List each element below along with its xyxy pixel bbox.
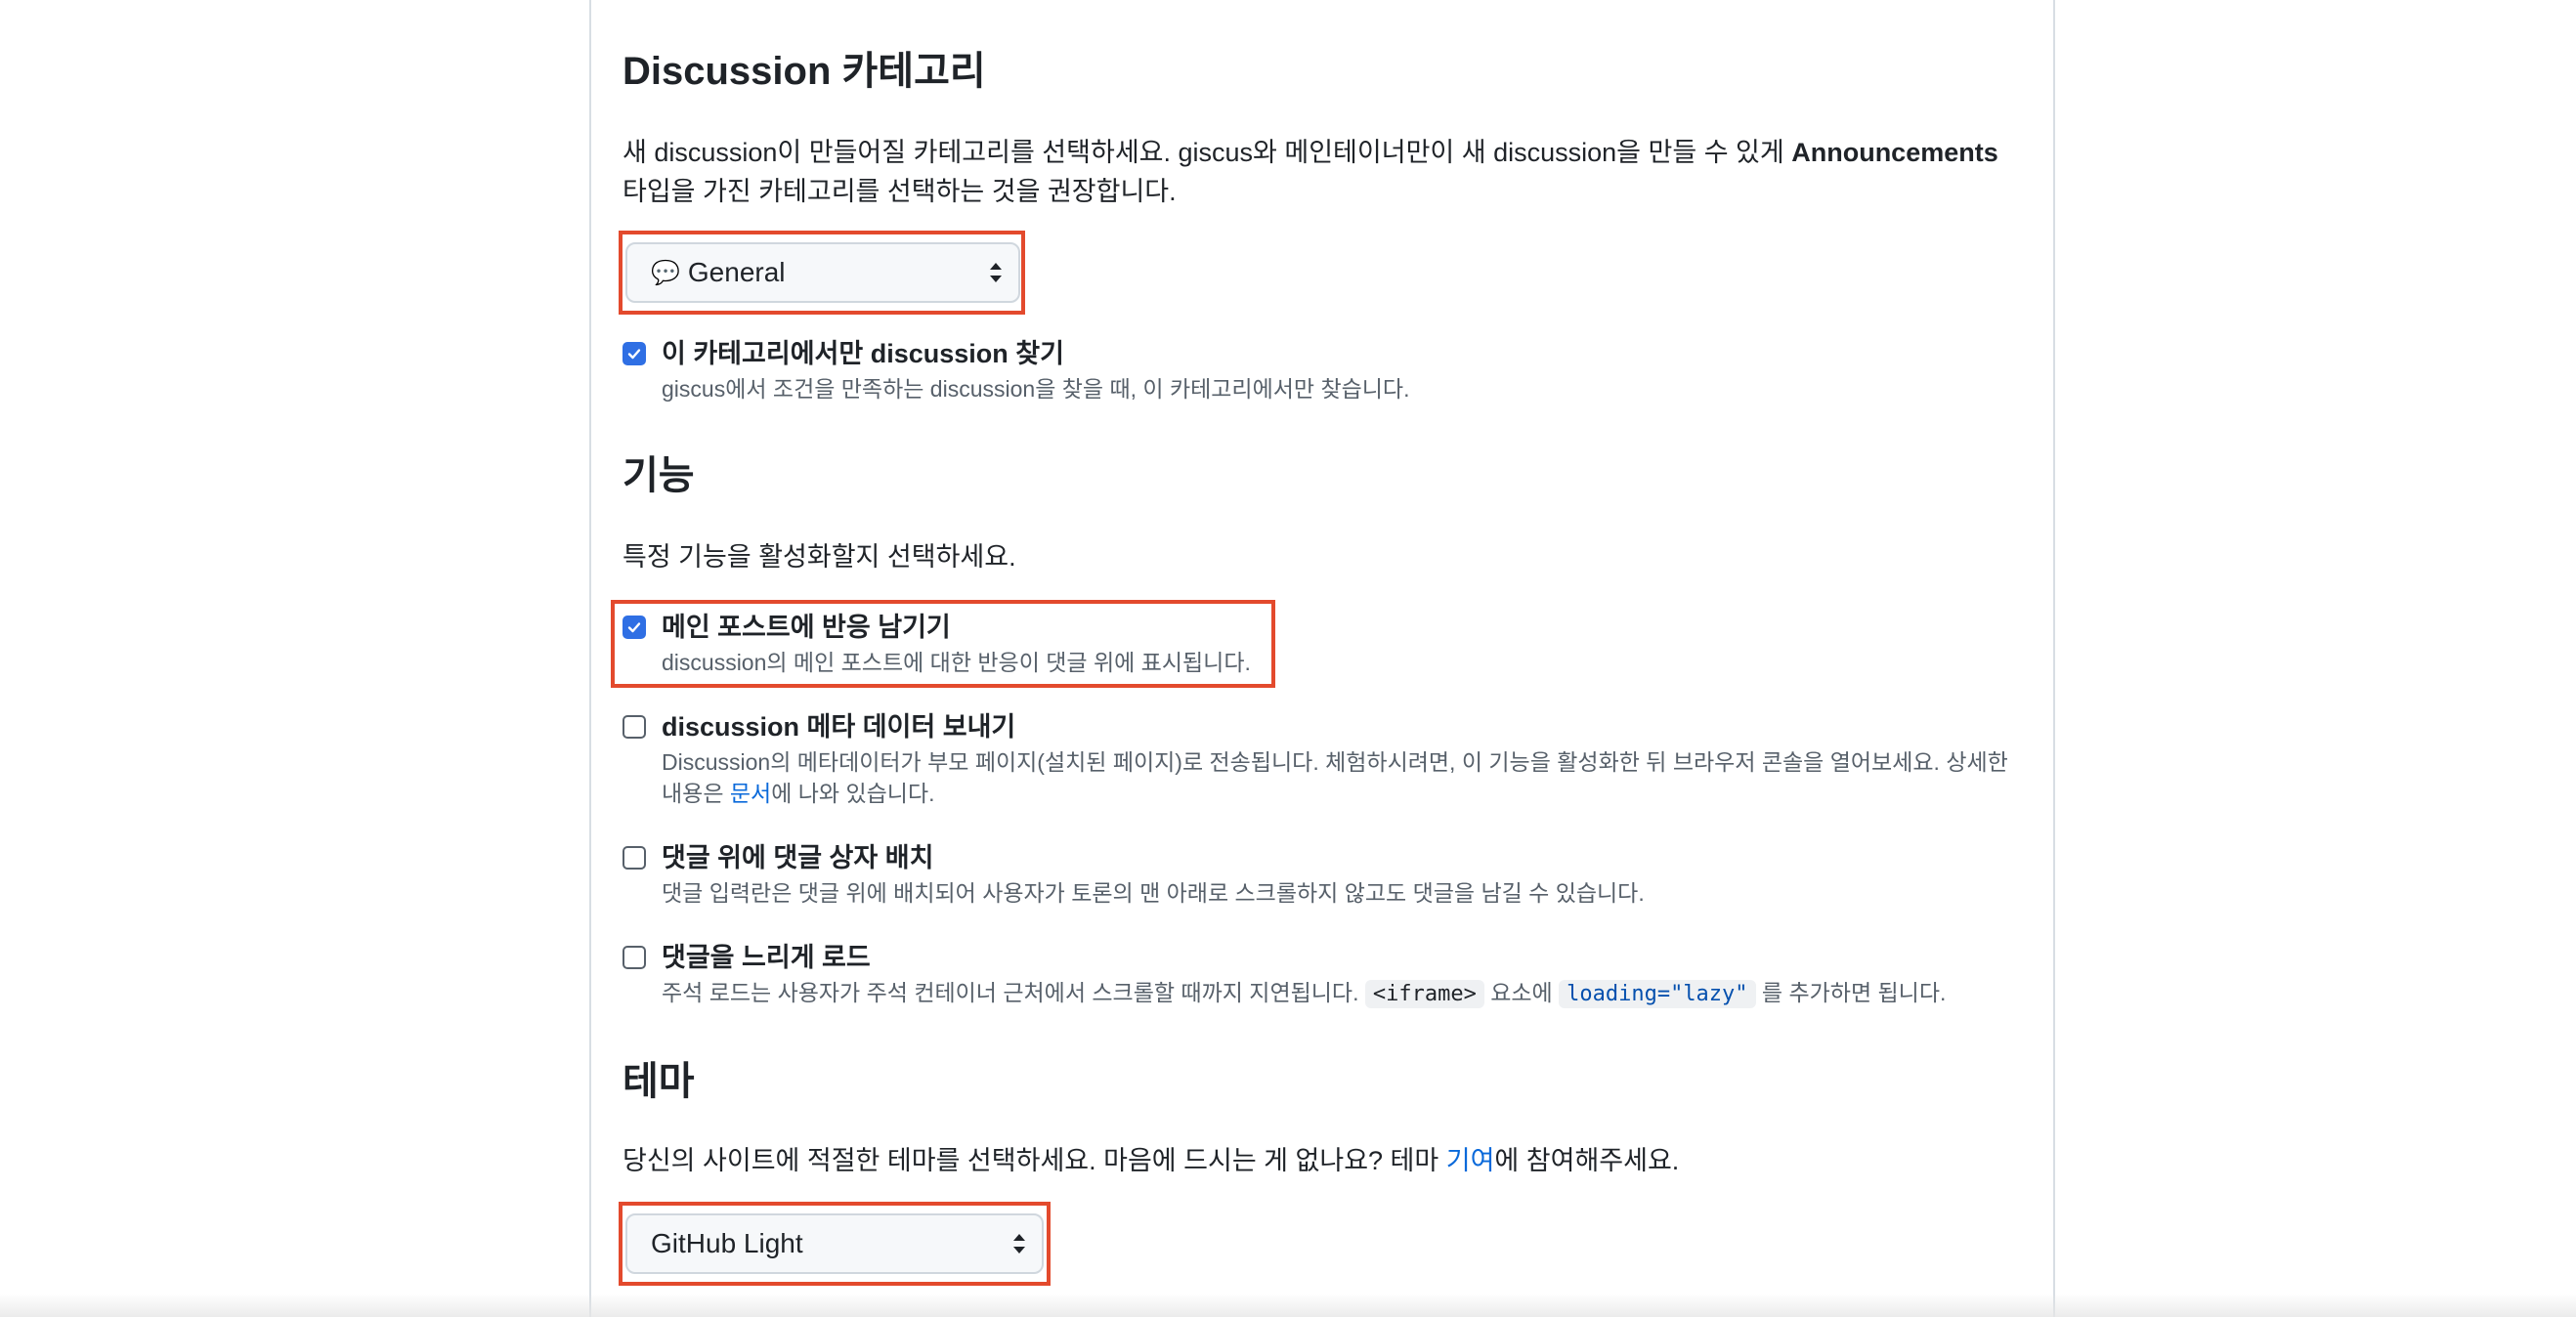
- strict-category-option: 이 카테고리에서만 discussion 찾기 giscus에서 조건을 만족하…: [623, 336, 2030, 406]
- loading-lazy-code: loading="lazy": [1559, 980, 1756, 1008]
- features-description: 특정 기능을 활성화할지 선택하세요.: [623, 542, 1016, 572]
- bottom-fade: [0, 1294, 2576, 1317]
- strict-category-checkbox[interactable]: [623, 342, 646, 365]
- checkmark-icon: [627, 349, 641, 360]
- category-desc-text: 새 discussion이 만들어질 카테고리를 선택하세요. giscus와 …: [623, 138, 1792, 167]
- lazy-load-checkbox[interactable]: [623, 946, 646, 969]
- theme-heading: 테마: [623, 1060, 695, 1103]
- strict-category-title: 이 카테고리에서만 discussion 찾기: [662, 339, 1064, 368]
- theme-desc-before: 당신의 사이트에 적절한 테마를 선택하세요. 마음에 드시는 게 없나요? 테…: [623, 1146, 1446, 1175]
- metadata-desc-line2-after: 에 나와 있습니다.: [771, 781, 935, 806]
- category-select-highlight: 💬 General: [619, 231, 1025, 315]
- theme-select[interactable]: GitHub Light: [625, 1213, 1044, 1274]
- metadata-checkbox[interactable]: [623, 715, 646, 739]
- metadata-desc: Discussion의 메타데이터가 부모 페이지(설치된 페이지)로 전송됩니…: [662, 746, 2030, 809]
- theme-select-highlight: GitHub Light: [619, 1202, 1051, 1286]
- page: Discussion 카테고리 새 discussion이 만들어질 카테고리를…: [0, 0, 2576, 1317]
- category-select[interactable]: 💬 General: [625, 242, 1020, 303]
- lazy-load-title: 댓글을 느리게 로드: [662, 943, 871, 972]
- iframe-code: <iframe>: [1364, 980, 1484, 1008]
- docs-link[interactable]: 문서: [730, 781, 771, 806]
- theme-desc-after: 에 참여해주세요.: [1494, 1146, 1680, 1175]
- reactions-desc: discussion의 메인 포스트에 대한 반응이 댓글 위에 표시됩니다.: [662, 650, 1251, 675]
- speech-bubble-icon: 💬: [651, 259, 680, 286]
- reactions-checkbox[interactable]: [623, 616, 646, 639]
- category-desc-bold: Announcements: [1791, 138, 1998, 167]
- reactions-option: 메인 포스트에 반응 남기기 discussion의 메인 포스트에 대한 반응…: [623, 610, 2030, 680]
- input-position-checkbox[interactable]: [623, 846, 646, 870]
- lazy-load-desc-mid: 요소에: [1483, 980, 1560, 1005]
- theme-select-value: GitHub Light: [651, 1228, 803, 1258]
- lazy-load-desc: 주석 로드는 사용자가 주석 컨테이너 근처에서 스크롤할 때까지 지연됩니다.…: [662, 977, 2030, 1010]
- metadata-option: discussion 메타 데이터 보내기 Discussion의 메타데이터가…: [623, 709, 2030, 813]
- metadata-title: discussion 메타 데이터 보내기: [662, 712, 1016, 742]
- metadata-desc-line1: Discussion의 메타데이터가 부모 페이지(설치된 페이지)로 전송됩니…: [662, 749, 2008, 775]
- metadata-desc-line2: 내용은: [662, 781, 730, 806]
- contribute-link[interactable]: 기여: [1446, 1146, 1495, 1175]
- select-caret-icon: [990, 263, 1002, 282]
- main-column: Discussion 카테고리 새 discussion이 만들어질 카테고리를…: [589, 0, 2055, 1317]
- input-position-option: 댓글 위에 댓글 상자 배치 댓글 입력란은 댓글 위에 배치되어 사용자가 토…: [623, 840, 2030, 911]
- input-position-title: 댓글 위에 댓글 상자 배치: [662, 843, 934, 872]
- category-desc-line2: 타입을 가진 카테고리를 선택하는 것을 권장합니다.: [623, 177, 1177, 206]
- select-caret-icon: [1013, 1234, 1025, 1253]
- strict-category-desc: giscus에서 조건을 만족하는 discussion을 찾을 때, 이 카테…: [662, 376, 1410, 402]
- category-select-value: General: [687, 257, 786, 287]
- reactions-title: 메인 포스트에 반응 남기기: [662, 613, 951, 642]
- lazy-load-option: 댓글을 느리게 로드 주석 로드는 사용자가 주석 컨테이너 근처에서 스크롤할…: [623, 940, 2030, 1010]
- checkmark-icon: [627, 622, 641, 633]
- lazy-load-desc-after: 를 추가하면 됩니다.: [1755, 980, 1947, 1005]
- category-description: 새 discussion이 만들어질 카테고리를 선택하세요. giscus와 …: [623, 133, 2030, 211]
- lazy-load-desc-before: 주석 로드는 사용자가 주석 컨테이너 근처에서 스크롤할 때까지 지연됩니다.: [662, 980, 1365, 1005]
- features-heading: 기능: [623, 454, 695, 497]
- theme-description: 당신의 사이트에 적절한 테마를 선택하세요. 마음에 드시는 게 없나요? 테…: [623, 1141, 2030, 1180]
- input-position-desc: 댓글 입력란은 댓글 위에 배치되어 사용자가 토론의 맨 아래로 스크롤하지 …: [662, 880, 1645, 906]
- category-heading: Discussion 카테고리: [623, 50, 986, 93]
